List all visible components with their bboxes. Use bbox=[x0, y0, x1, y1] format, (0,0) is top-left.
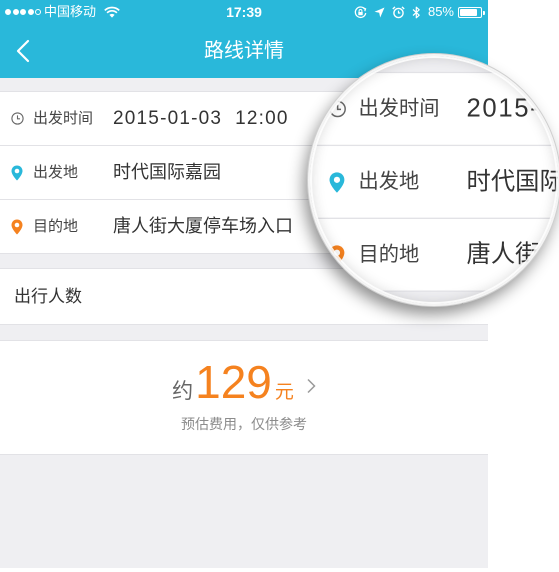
bluetooth-icon bbox=[412, 6, 421, 19]
fare-line: 约 129 元 bbox=[0, 357, 488, 407]
back-button[interactable] bbox=[8, 36, 38, 66]
passenger-count-label: 出行人数 bbox=[14, 287, 82, 306]
orientation-lock-icon bbox=[354, 5, 367, 19]
fare-estimate[interactable]: 约 129 元 预估费用，仅供参考 bbox=[0, 340, 488, 455]
fare-note: 预估费用，仅供参考 bbox=[181, 416, 307, 432]
page-title: 路线详情 bbox=[204, 40, 284, 62]
destination-value: 唐人街大厦停车场入口 bbox=[113, 216, 293, 236]
battery-icon bbox=[458, 6, 485, 18]
destination-label: 目的地 bbox=[33, 218, 79, 235]
chevron-left-icon bbox=[16, 39, 30, 63]
origin-value: 时代国际嘉园 bbox=[113, 162, 221, 182]
departure-time-value: 2015-01-03 12:00 bbox=[113, 108, 289, 129]
fare-amount: 129 bbox=[195, 356, 272, 408]
signal-dot bbox=[5, 9, 11, 15]
battery-fill bbox=[460, 8, 477, 16]
departure-time-label: 出发时间 bbox=[33, 110, 94, 127]
origin-label: 出发地 bbox=[33, 164, 79, 181]
signal-dot bbox=[12, 9, 19, 15]
magnifier-lens: 出发时间 2015-01-03 12:00 出发地 时代国际嘉园 目的地 唐人街… bbox=[310, 56, 558, 304]
location-arrow-icon bbox=[374, 7, 385, 18]
alarm-clock-icon bbox=[392, 5, 405, 19]
battery-cap bbox=[483, 10, 485, 15]
signal-strength-icon bbox=[5, 9, 42, 15]
fare-unit: 元 bbox=[274, 382, 294, 403]
status-indicators: 85% bbox=[354, 4, 485, 20]
chevron-right-icon bbox=[306, 378, 316, 394]
wifi-icon bbox=[104, 6, 120, 18]
carrier-name: 中国移动 bbox=[44, 4, 97, 19]
signal-dot bbox=[35, 9, 42, 15]
signal-dot bbox=[20, 9, 27, 15]
origin-pin-icon bbox=[11, 146, 23, 199]
fare-prefix: 约 bbox=[172, 380, 194, 403]
app-screenshot: 中国移动 17:39 85% 路线详情 出发时间 2015-01-03 12:0… bbox=[0, 0, 559, 572]
destination-pin-icon bbox=[11, 200, 23, 253]
clock-icon bbox=[11, 92, 24, 145]
status-bar: 中国移动 17:39 85% bbox=[0, 0, 488, 24]
status-time: 17:39 bbox=[226, 4, 262, 20]
signal-dot bbox=[27, 9, 34, 15]
battery-percentage: 85% bbox=[427, 4, 454, 19]
lens-glass-rim bbox=[310, 56, 558, 304]
